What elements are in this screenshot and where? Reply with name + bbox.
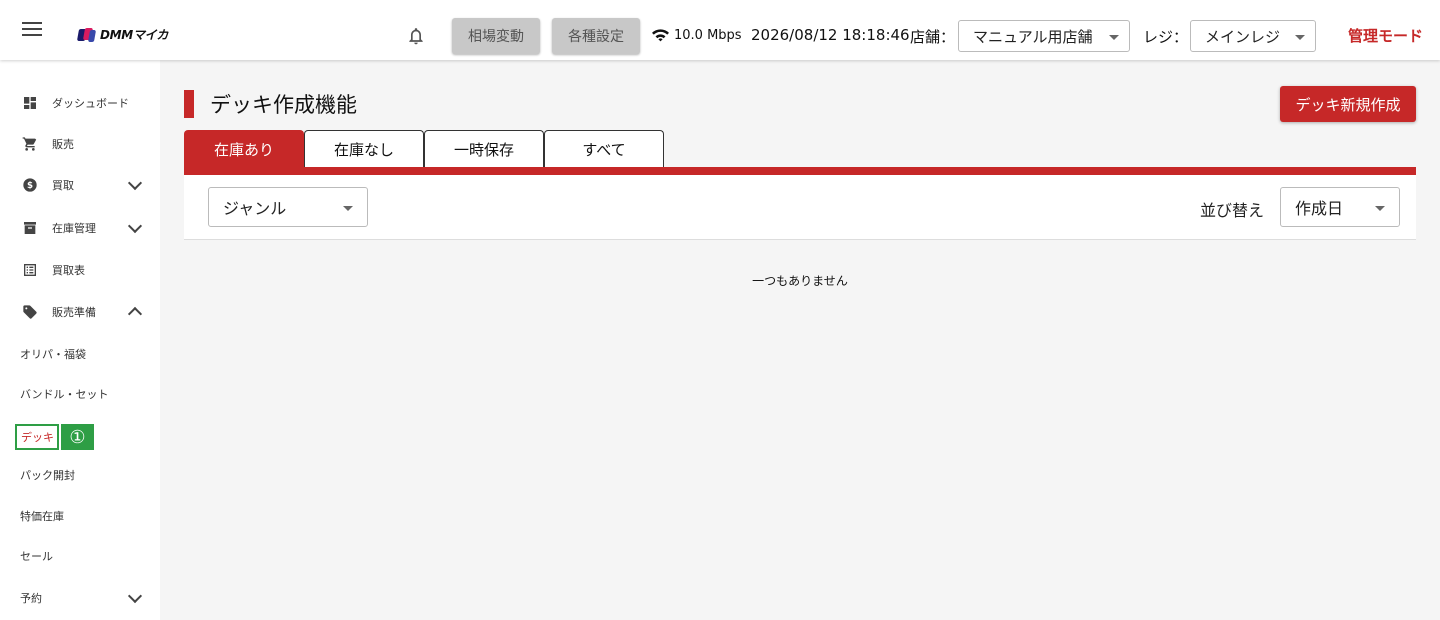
sidebar-item-label: 予約 xyxy=(20,592,42,605)
sidebar-subitem-sale[interactable]: セール xyxy=(0,538,160,574)
sidebar-item-label: 買取 xyxy=(52,179,74,192)
tab-in-stock[interactable]: 在庫あり xyxy=(184,130,304,168)
tab-draft[interactable]: 一時保存 xyxy=(424,130,544,168)
genre-select-value: ジャンル xyxy=(223,199,287,218)
bell-icon[interactable] xyxy=(406,25,426,47)
register-select-value: メインレジ xyxy=(1205,27,1281,46)
tab-out-of-stock[interactable]: 在庫なし xyxy=(304,130,424,168)
chevron-down-icon xyxy=(127,218,143,233)
caret-down-icon xyxy=(1295,35,1305,40)
chevron-down-icon xyxy=(127,588,143,603)
admin-mode-link[interactable]: 管理モード xyxy=(1348,25,1423,46)
sidebar-subitem-bundle[interactable]: バンドル・セット xyxy=(0,376,160,412)
sidebar-item-label: バンドル・セット xyxy=(20,388,109,401)
store-select-value: マニュアル用店舗 xyxy=(973,27,1093,46)
register-select[interactable]: メインレジ xyxy=(1190,20,1316,52)
sidebar-item-label: パック開封 xyxy=(20,469,75,482)
sidebar-item-dashboard[interactable]: ダッシュボード xyxy=(0,85,160,121)
list-icon xyxy=(24,264,36,276)
sidebar-item-label: 販売 xyxy=(52,138,74,151)
caret-down-icon xyxy=(1375,206,1385,211)
logo-mark-icon xyxy=(76,27,97,42)
sidebar-item-label: 特価在庫 xyxy=(20,510,64,523)
wifi-icon xyxy=(652,29,669,42)
genre-select[interactable]: ジャンル xyxy=(208,187,368,227)
title-accent-bar xyxy=(184,90,194,118)
settings-button[interactable]: 各種設定 xyxy=(552,18,640,54)
sidebar-item-label: 在庫管理 xyxy=(52,222,96,235)
store-label: 店舗： xyxy=(910,28,956,46)
caret-down-icon xyxy=(1109,35,1119,40)
sort-select-value: 作成日 xyxy=(1295,199,1344,218)
store-select[interactable]: マニュアル用店舗 xyxy=(958,20,1130,52)
tag-icon xyxy=(23,305,37,319)
sidebar-subitem-special-stock[interactable]: 特価在庫 xyxy=(0,498,160,534)
sidebar-item-purchase[interactable]: $ 買取 xyxy=(0,167,160,203)
sidebar-item-sales[interactable]: 販売 xyxy=(0,126,160,162)
network-speed: 10.0 Mbps xyxy=(674,28,742,43)
caret-down-icon xyxy=(343,206,353,211)
sidebar-item-label: 販売準備 xyxy=(52,306,96,319)
sidebar: ダッシュボード 販売 $ 買取 在庫管理 買取表 販売準備 オリパ・福袋 バンド… xyxy=(0,60,160,620)
empty-message: 一つもありません xyxy=(752,274,848,288)
sidebar-item-purchase-table[interactable]: 買取表 xyxy=(0,252,160,288)
sidebar-subitem-pack-open[interactable]: パック開封 xyxy=(0,457,160,493)
menu-icon[interactable] xyxy=(22,22,42,36)
sidebar-subitem-deck[interactable]: デッキ xyxy=(15,424,59,450)
sidebar-item-label: セール xyxy=(20,550,53,563)
dollar-icon: $ xyxy=(23,178,37,192)
current-datetime: 2026/08/12 18:18:46 xyxy=(751,26,910,44)
sidebar-item-label: 買取表 xyxy=(52,264,85,277)
filter-panel: ジャンル 並び替え 作成日 xyxy=(184,175,1416,240)
page-title: デッキ作成機能 xyxy=(210,93,357,117)
sidebar-subitem-oripa[interactable]: オリパ・福袋 xyxy=(0,336,160,372)
annotation-badge: ① xyxy=(61,424,94,450)
top-bar: DMMマイカ 相場変動 各種設定 10.0 Mbps 2026/08/12 18… xyxy=(0,0,1440,60)
chevron-down-icon xyxy=(127,175,143,190)
chevron-up-icon xyxy=(127,306,143,321)
dashboard-icon xyxy=(24,97,36,109)
market-change-button[interactable]: 相場変動 xyxy=(452,18,540,54)
tab-underline xyxy=(184,167,1416,175)
sidebar-item-inventory[interactable]: 在庫管理 xyxy=(0,210,160,246)
new-deck-button[interactable]: デッキ新規作成 xyxy=(1280,86,1416,122)
register-label: レジ： xyxy=(1143,28,1189,46)
cart-icon xyxy=(22,137,37,151)
sidebar-item-label: オリパ・福袋 xyxy=(20,348,86,361)
tab-all[interactable]: すべて xyxy=(544,130,664,168)
sort-select[interactable]: 作成日 xyxy=(1280,187,1400,227)
logo-text: DMMマイカ xyxy=(100,28,169,42)
sidebar-item-reserve[interactable]: 予約 xyxy=(0,580,160,616)
sidebar-item-sales-prep[interactable]: 販売準備 xyxy=(0,294,160,330)
sidebar-item-label: ダッシュボード xyxy=(52,97,129,110)
svg-text:$: $ xyxy=(27,181,33,191)
sort-label: 並び替え xyxy=(1200,201,1265,220)
archive-icon xyxy=(24,222,36,234)
logo[interactable]: DMMマイカ xyxy=(76,26,169,43)
